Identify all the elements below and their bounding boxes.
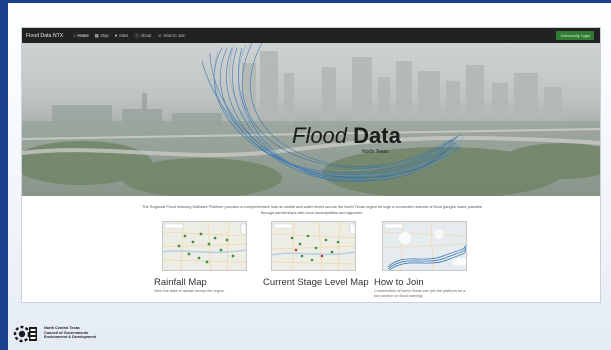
nav-item-how-to-join[interactable]: ☺ How to Join [157,33,185,38]
logo-line3: Environment & Development [44,335,96,340]
website-screenshot: Flood Data NTX ⌂ Home ▦ Map ● Sites ⓘ Ab… [22,28,600,302]
hero-city-image [22,43,600,196]
nav-item-label: About [140,33,152,38]
intro-paragraph: The Regional Flood Warning Software Plat… [142,204,482,215]
info-icon: ⓘ [134,32,139,38]
card-title[interactable]: How to Join [374,277,524,288]
rainfall-map-thumbnail[interactable] [162,221,247,271]
nav-item-label: Sites [118,33,129,38]
stage-level-map-thumbnail[interactable] [271,221,356,271]
nctcog-logo [13,325,37,343]
nav-item-map[interactable]: ▦ Map [95,33,109,39]
hero-banner: Flood Data North Texas [22,43,600,196]
hero-title-part1: Flood [292,123,354,148]
nav-item-sites[interactable]: ● Sites [115,33,129,38]
users-icon: ☺ [157,33,163,38]
home-icon: ⌂ [73,33,76,38]
how-to-join-thumbnail[interactable] [382,221,467,271]
card-description: View live data of rainfall across the re… [154,289,226,293]
nav-item-label: Home [77,33,89,38]
navbar: Flood Data NTX ⌂ Home ▦ Map ● Sites ⓘ Ab… [22,28,600,43]
map-icon: ▦ [94,32,99,38]
nav-item-label: How to Join [163,33,186,38]
slide-left-accent-bar [0,0,8,350]
community-login-button[interactable]: Community Login [556,31,594,40]
hero-title: Flood Data [292,123,401,149]
nav-item-home[interactable]: ⌂ Home [73,33,88,38]
slide-top-accent-line [0,0,611,3]
hero-subtitle: North Texas [362,149,389,155]
nctcog-logo-text: North Central Texas Council of Governmen… [44,326,96,340]
brand-link[interactable]: Flood Data NTX [26,33,63,39]
nav-item-about[interactable]: ⓘ About [134,33,151,39]
pin-icon: ● [114,33,118,38]
nav-item-label: Map [100,33,109,38]
card-description: Communities of North Texas can join the … [374,289,466,298]
hero-title-part2: Data [353,123,401,148]
